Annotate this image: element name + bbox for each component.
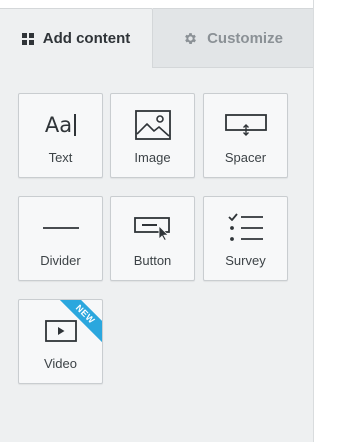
grid-icon [21,32,34,45]
tile-label: Text [48,150,73,165]
new-badge-label: NEW [54,300,102,346]
image-block-tile[interactable]: Image [110,93,195,178]
button-icon [111,211,194,245]
tile-label: Image [134,150,171,165]
spacer-icon [204,108,287,142]
new-badge: NEW [52,300,102,350]
tile-label: Spacer [224,150,267,165]
gear-icon [183,31,198,46]
tile-label: Survey [225,253,266,268]
image-icon [111,108,194,142]
text-icon: Aa [19,108,102,142]
divider-icon [19,211,102,245]
survey-block-tile[interactable]: Survey [203,196,288,281]
tab-add-content-label: Add content [42,30,131,47]
text-block-tile[interactable]: Aa Text [18,93,103,178]
content-editor: Add content Customize Aa Text Image Spac… [0,0,344,442]
survey-icon [204,211,287,245]
tab-add-content[interactable]: Add content [0,8,153,68]
spacer-block-tile[interactable]: Spacer [203,93,288,178]
add-content-panel: Add content Customize Aa Text Image Spac… [0,0,313,442]
button-block-tile[interactable]: Button [110,196,195,281]
video-block-tile[interactable]: Video NEW [18,299,103,384]
divider-block-tile[interactable]: Divider [18,196,103,281]
tile-label: Video [43,356,77,371]
tile-label: Button [133,253,172,268]
tab-bar-background [0,0,313,8]
tab-customize[interactable]: Customize [153,8,313,68]
canvas-edge [313,0,344,442]
tile-label: Divider [40,253,81,268]
tab-customize-label: Customize [207,29,283,47]
